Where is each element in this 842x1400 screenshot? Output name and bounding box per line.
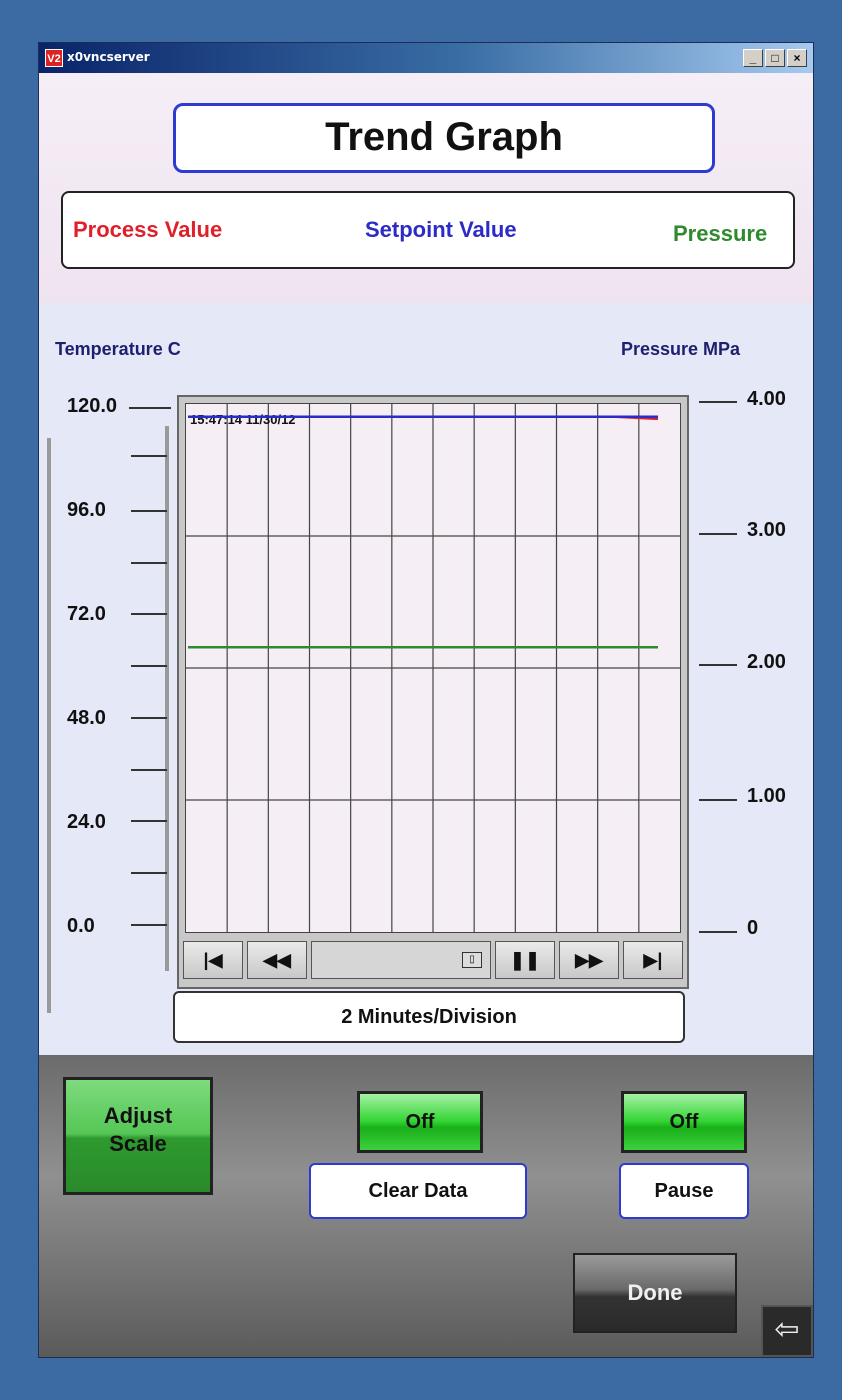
right-axis-title: Pressure MPa	[621, 339, 741, 359]
header-area: Trend Graph Process Value Setpoint Value…	[39, 73, 813, 303]
clear-data-toggle[interactable]: Off	[357, 1091, 483, 1153]
time-division-label: 2 Minutes/Division	[173, 991, 685, 1043]
scrollbar-thumb[interactable]: ▯	[462, 952, 482, 968]
fast-forward-icon[interactable]: ▶▶	[559, 941, 619, 979]
left-tick-label: 120.0	[67, 395, 118, 417]
close-button[interactable]: ×	[787, 49, 807, 67]
page-title: Trend Graph	[173, 103, 715, 173]
left-minor-tick	[131, 562, 167, 564]
rewind-icon[interactable]: ◀◀	[247, 941, 307, 979]
legend: Process Value Setpoint Value Pressure	[61, 191, 795, 269]
maximize-button[interactable]: □	[765, 49, 785, 67]
legend-process-value: Process Value	[73, 217, 223, 242]
timestamp-label: 15:47:14 11/30/12	[190, 412, 296, 427]
pause-label: Pause	[619, 1163, 749, 1219]
left-tick	[129, 407, 171, 409]
pause-icon[interactable]: ❚❚	[495, 941, 555, 979]
right-tick-label: 2.00	[747, 651, 786, 673]
right-tick-label: 0	[747, 917, 759, 939]
left-tick-label: 48.0	[67, 707, 106, 729]
left-tick-label: 0.0	[67, 915, 95, 937]
left-tick-label: 96.0	[67, 499, 106, 521]
time-scrollbar[interactable]: ▯	[311, 941, 491, 979]
first-page-icon[interactable]: |◀	[183, 941, 243, 979]
plot-area: 15:47:14 11/30/12	[185, 403, 681, 933]
left-minor-tick	[131, 455, 167, 457]
left-tick	[131, 924, 167, 926]
left-tick	[131, 717, 167, 719]
vnc-app-icon: V2	[45, 49, 63, 67]
adjust-scale-line2: Scale	[109, 1131, 167, 1156]
legend-pressure: Pressure	[673, 221, 768, 246]
right-tick	[699, 533, 737, 535]
left-tick-label: 24.0	[67, 811, 106, 833]
left-axis-title: Temperature C	[55, 339, 181, 359]
adjust-scale-button[interactable]: Adjust Scale	[63, 1077, 213, 1195]
window-title: x0vncserver	[67, 50, 150, 64]
left-tick	[131, 510, 167, 512]
back-arrow-icon[interactable]: ⇦	[761, 1305, 813, 1357]
vnc-window: V2 x0vncserver _ □ × Trend Graph Process…	[38, 42, 814, 1358]
right-tick-label: 1.00	[747, 785, 786, 807]
right-tick	[699, 931, 737, 933]
trend-chart: 15:47:14 11/30/12 |◀ ◀◀ ▯ ❚❚ ▶▶ ▶|	[177, 395, 689, 989]
left-scale-bar	[47, 438, 51, 1013]
right-tick-label: 4.00	[747, 388, 786, 410]
left-minor-tick	[131, 872, 167, 874]
right-tick-label: 3.00	[747, 519, 786, 541]
left-tick	[131, 613, 167, 615]
legend-setpoint-value: Setpoint Value	[365, 217, 517, 242]
adjust-scale-line1: Adjust	[103, 1103, 173, 1128]
left-tick	[131, 820, 167, 822]
minimize-button[interactable]: _	[743, 49, 763, 67]
last-page-icon[interactable]: ▶|	[623, 941, 683, 979]
left-tick-label: 72.0	[67, 603, 106, 625]
title-bar[interactable]: V2 x0vncserver _ □ ×	[39, 43, 813, 73]
right-tick	[699, 799, 737, 801]
trend-plot-svg: 15:47:14 11/30/12	[186, 404, 680, 932]
pause-toggle[interactable]: Off	[621, 1091, 747, 1153]
left-minor-tick	[131, 665, 167, 667]
done-button[interactable]: Done	[573, 1253, 737, 1333]
right-tick	[699, 664, 737, 666]
left-scale-bar-inner	[165, 426, 169, 971]
right-tick	[699, 401, 737, 403]
clear-data-label: Clear Data	[309, 1163, 527, 1219]
chart-navigation: |◀ ◀◀ ▯ ❚❚ ▶▶ ▶|	[183, 941, 683, 981]
left-minor-tick	[131, 769, 167, 771]
